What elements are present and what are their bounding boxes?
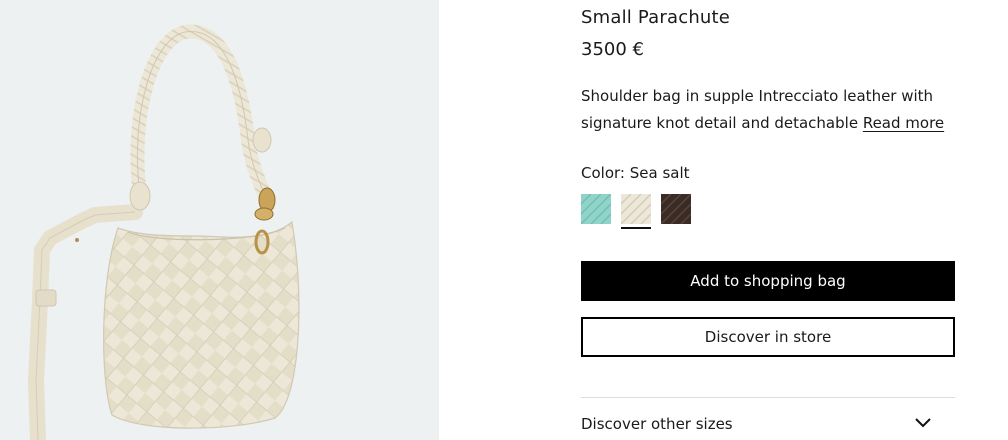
- color-label: Color: Sea salt: [581, 164, 690, 182]
- discover-in-store-button[interactable]: Discover in store: [581, 317, 955, 357]
- swatch-sea-salt[interactable]: [620, 193, 652, 229]
- discover-sizes-accordion[interactable]: Discover other sizes: [581, 415, 955, 437]
- discover-sizes-label: Discover other sizes: [581, 415, 733, 433]
- chevron-down-icon: [915, 418, 931, 428]
- swatch-dark-brown[interactable]: [660, 193, 692, 225]
- divider: [581, 397, 955, 398]
- product-image-gallery[interactable]: [0, 0, 439, 440]
- product-title: Small Parachute: [581, 7, 731, 28]
- add-to-bag-button[interactable]: Add to shopping bag: [581, 261, 955, 301]
- product-price: 3500 €: [581, 39, 644, 60]
- product-image: [27, 24, 300, 440]
- selected-color-name: Sea salt: [629, 164, 690, 182]
- color-label-prefix: Color:: [581, 164, 625, 182]
- product-description: Shoulder bag in supple Intrecciato leath…: [581, 83, 955, 137]
- read-more-link[interactable]: Read more: [863, 114, 944, 132]
- swatch-teal[interactable]: [580, 193, 612, 225]
